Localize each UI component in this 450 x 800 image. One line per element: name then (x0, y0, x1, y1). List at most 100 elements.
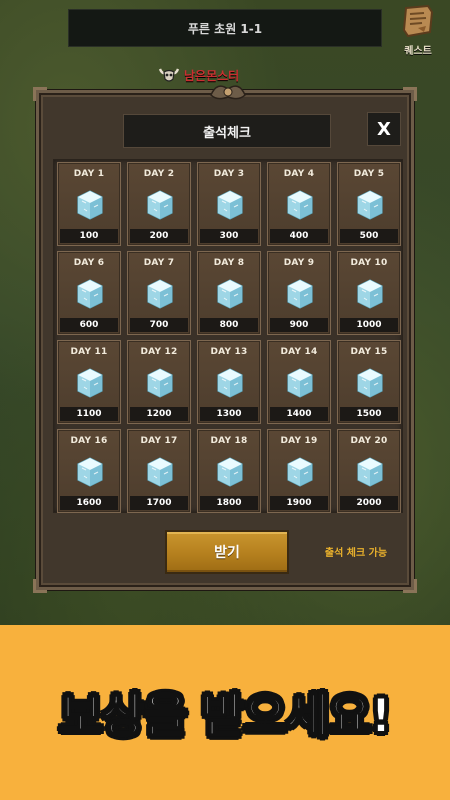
reward-amount: 1800 (200, 496, 258, 510)
day-card[interactable]: DAY 4 400 (267, 162, 331, 246)
reward-amount: 1600 (60, 496, 118, 510)
reward-amount: 900 (270, 318, 328, 332)
day-label: DAY 3 (213, 169, 245, 179)
close-button[interactable]: X (367, 112, 401, 146)
ice-crystal-icon (217, 279, 243, 309)
ice-crystal-icon (77, 457, 103, 487)
day-label: DAY 1 (73, 169, 105, 179)
quest-scroll-icon (402, 4, 434, 38)
ice-crystal-icon (77, 190, 103, 220)
reward-amount: 800 (200, 318, 258, 332)
day-card[interactable]: DAY 9 900 (267, 251, 331, 335)
reward-amount: 400 (270, 229, 328, 243)
ice-crystal-icon (357, 368, 383, 398)
reward-amount: 1000 (340, 318, 398, 332)
quest-button[interactable]: 퀘스트 (393, 4, 443, 64)
reward-amount: 1400 (270, 407, 328, 421)
day-card[interactable]: DAY 7 700 (127, 251, 191, 335)
reward-grid: DAY 1 100 DAY 2 200 DAY 3 300 DAY 4 400 … (57, 162, 401, 513)
promo-banner: 보상을 받으세요! (0, 625, 450, 800)
day-label: DAY 16 (70, 436, 108, 446)
reward-amount: 500 (340, 229, 398, 243)
day-card[interactable]: DAY 14 1400 (267, 340, 331, 424)
frame-corner (403, 579, 417, 593)
stage-title: 푸른 초원 1-1 (187, 21, 263, 36)
ice-crystal-icon (147, 457, 173, 487)
day-label: DAY 18 (210, 436, 248, 446)
reward-amount: 200 (130, 229, 188, 243)
ice-crystal-icon (287, 368, 313, 398)
reward-amount: 1300 (200, 407, 258, 421)
reward-amount: 1900 (270, 496, 328, 510)
day-label: DAY 9 (283, 258, 315, 268)
ice-crystal-icon (357, 457, 383, 487)
day-card[interactable]: DAY 20 2000 (337, 429, 401, 513)
ice-crystal-icon (217, 457, 243, 487)
day-card[interactable]: DAY 11 1100 (57, 340, 121, 424)
attendance-dialog: 출석체크 X DAY 1 100 DAY 2 200 DAY 3 300 DAY… (33, 85, 417, 593)
ice-crystal-icon (287, 457, 313, 487)
day-label: DAY 5 (353, 169, 385, 179)
day-card[interactable]: DAY 10 1000 (337, 251, 401, 335)
frame-corner (33, 87, 47, 101)
ice-crystal-icon (147, 279, 173, 309)
dialog-title: 출석체크 (123, 114, 331, 148)
day-label: DAY 17 (140, 436, 178, 446)
dialog-title-text: 출석체크 (203, 125, 251, 141)
day-card[interactable]: DAY 6 600 (57, 251, 121, 335)
ice-crystal-icon (217, 368, 243, 398)
day-label: DAY 19 (280, 436, 318, 446)
day-card[interactable]: DAY 18 1800 (197, 429, 261, 513)
day-card[interactable]: DAY 15 1500 (337, 340, 401, 424)
frame-corner (33, 579, 47, 593)
receive-button[interactable]: 받기 (165, 530, 289, 574)
ice-crystal-icon (357, 279, 383, 309)
quest-label: 퀘스트 (404, 46, 432, 57)
day-card[interactable]: DAY 3 300 (197, 162, 261, 246)
day-label: DAY 10 (350, 258, 388, 268)
day-label: DAY 11 (70, 347, 108, 357)
ice-crystal-icon (217, 190, 243, 220)
attendance-status: 출석 체크 가능 (324, 548, 388, 559)
day-card[interactable]: DAY 19 1900 (267, 429, 331, 513)
reward-amount: 1500 (340, 407, 398, 421)
receive-button-label: 받기 (214, 545, 240, 561)
day-label: DAY 15 (350, 347, 388, 357)
day-card[interactable]: DAY 8 800 (197, 251, 261, 335)
day-card[interactable]: DAY 1 100 (57, 162, 121, 246)
day-card[interactable]: DAY 13 1300 (197, 340, 261, 424)
reward-amount: 2000 (340, 496, 398, 510)
bull-skull-icon (158, 68, 180, 82)
reward-grid-panel: DAY 1 100 DAY 2 200 DAY 3 300 DAY 4 400 … (53, 159, 403, 513)
reward-amount: 100 (60, 229, 118, 243)
day-label: DAY 13 (210, 347, 248, 357)
ice-crystal-icon (357, 190, 383, 220)
close-icon: X (377, 118, 391, 140)
ice-crystal-icon (77, 279, 103, 309)
frame-corner (403, 87, 417, 101)
stage-title-bar: 푸른 초원 1-1 (68, 9, 382, 47)
reward-amount: 1100 (60, 407, 118, 421)
ice-crystal-icon (147, 368, 173, 398)
ice-crystal-icon (147, 190, 173, 220)
ice-crystal-icon (287, 190, 313, 220)
day-label: DAY 7 (143, 258, 175, 268)
reward-amount: 700 (130, 318, 188, 332)
day-label: DAY 4 (283, 169, 315, 179)
day-label: DAY 20 (350, 436, 388, 446)
day-card[interactable]: DAY 12 1200 (127, 340, 191, 424)
day-card[interactable]: DAY 16 1600 (57, 429, 121, 513)
reward-amount: 300 (200, 229, 258, 243)
ice-crystal-icon (77, 368, 103, 398)
day-label: DAY 14 (280, 347, 318, 357)
day-card[interactable]: DAY 5 500 (337, 162, 401, 246)
reward-amount: 600 (60, 318, 118, 332)
day-card[interactable]: DAY 2 200 (127, 162, 191, 246)
banner-text: 보상을 받으세요! (58, 688, 392, 745)
day-card[interactable]: DAY 17 1700 (127, 429, 191, 513)
ice-crystal-icon (287, 279, 313, 309)
day-label: DAY 6 (73, 258, 105, 268)
frame-ornament-icon (210, 85, 246, 100)
day-label: DAY 8 (213, 258, 245, 268)
reward-amount: 1700 (130, 496, 188, 510)
